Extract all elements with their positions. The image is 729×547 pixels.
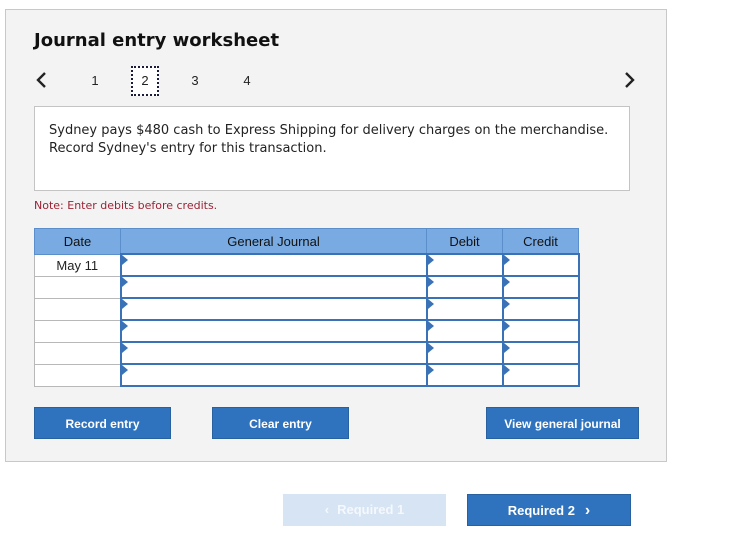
required-1-label: Required 1	[337, 502, 405, 517]
required-2-label: Required 2	[507, 503, 575, 518]
required-2-button[interactable]: Required 2 ›	[467, 494, 631, 526]
credit-input[interactable]	[501, 363, 580, 387]
dropdown-marker-icon	[121, 343, 128, 353]
dropdown-marker-icon	[503, 365, 510, 375]
dropdown-marker-icon	[503, 299, 510, 309]
page-tab-1[interactable]: 1	[81, 66, 109, 96]
dropdown-marker-icon	[503, 255, 510, 265]
table-row	[34, 363, 580, 387]
record-entry-button[interactable]: Record entry	[34, 407, 171, 439]
debit-input[interactable]	[425, 363, 504, 387]
dropdown-marker-icon	[121, 255, 128, 265]
page-tab-3[interactable]: 3	[181, 66, 209, 96]
page-tab-4[interactable]: 4	[233, 66, 261, 96]
dropdown-marker-icon	[121, 321, 128, 331]
header-credit: Credit	[502, 228, 579, 255]
dropdown-marker-icon	[121, 299, 128, 309]
dropdown-marker-icon	[121, 365, 128, 375]
dropdown-marker-icon	[427, 255, 434, 265]
credit-input[interactable]	[501, 275, 580, 299]
debit-input[interactable]	[425, 341, 504, 365]
debit-input[interactable]	[425, 319, 504, 343]
table-row	[34, 319, 580, 343]
account-input[interactable]	[119, 253, 428, 277]
prev-page-arrow-icon[interactable]	[34, 70, 52, 90]
next-page-arrow-icon[interactable]	[623, 70, 641, 90]
transaction-text: Sydney pays $480 cash to Express Shippin…	[49, 123, 609, 156]
dropdown-marker-icon	[427, 321, 434, 331]
transaction-prompt: Sydney pays $480 cash to Express Shippin…	[34, 106, 630, 191]
date-cell[interactable]	[34, 341, 121, 365]
credit-input[interactable]	[501, 341, 580, 365]
table-row	[34, 297, 580, 321]
note-text: Note: Enter debits before credits.	[34, 199, 218, 212]
debit-input[interactable]	[425, 253, 504, 277]
credit-input[interactable]	[501, 253, 580, 277]
required-1-button[interactable]: ‹ Required 1	[283, 494, 446, 526]
dropdown-marker-icon	[503, 343, 510, 353]
date-cell[interactable]: May 11	[34, 253, 121, 277]
dropdown-marker-icon	[427, 365, 434, 375]
clear-entry-button[interactable]: Clear entry	[212, 407, 349, 439]
table-row	[34, 341, 580, 365]
header-debit: Debit	[426, 228, 503, 255]
dropdown-marker-icon	[503, 321, 510, 331]
account-input[interactable]	[119, 297, 428, 321]
credit-input[interactable]	[501, 297, 580, 321]
table-row: May 11	[34, 253, 580, 277]
account-input[interactable]	[119, 319, 428, 343]
date-cell[interactable]	[34, 363, 121, 387]
journal-table: Date General Journal Debit Credit May 11	[34, 228, 580, 387]
header-general-journal: General Journal	[120, 228, 427, 255]
debit-input[interactable]	[425, 297, 504, 321]
table-row	[34, 275, 580, 299]
dropdown-marker-icon	[503, 277, 510, 287]
dropdown-marker-icon	[121, 277, 128, 287]
account-input[interactable]	[119, 341, 428, 365]
dropdown-marker-icon	[427, 299, 434, 309]
date-cell[interactable]	[34, 297, 121, 321]
header-date: Date	[34, 228, 121, 255]
date-cell[interactable]	[34, 275, 121, 299]
page-tab-2[interactable]: 2	[131, 66, 159, 96]
credit-input[interactable]	[501, 319, 580, 343]
account-input[interactable]	[119, 275, 428, 299]
worksheet-title: Journal entry worksheet	[34, 30, 280, 51]
chevron-left-icon: ‹	[324, 502, 330, 517]
account-input[interactable]	[119, 363, 428, 387]
chevron-right-icon: ›	[584, 502, 591, 519]
date-cell[interactable]	[34, 319, 121, 343]
dropdown-marker-icon	[427, 343, 434, 353]
debit-input[interactable]	[425, 275, 504, 299]
dropdown-marker-icon	[427, 277, 434, 287]
journal-header-row: Date General Journal Debit Credit	[34, 228, 579, 255]
view-general-journal-button[interactable]: View general journal	[486, 407, 639, 439]
